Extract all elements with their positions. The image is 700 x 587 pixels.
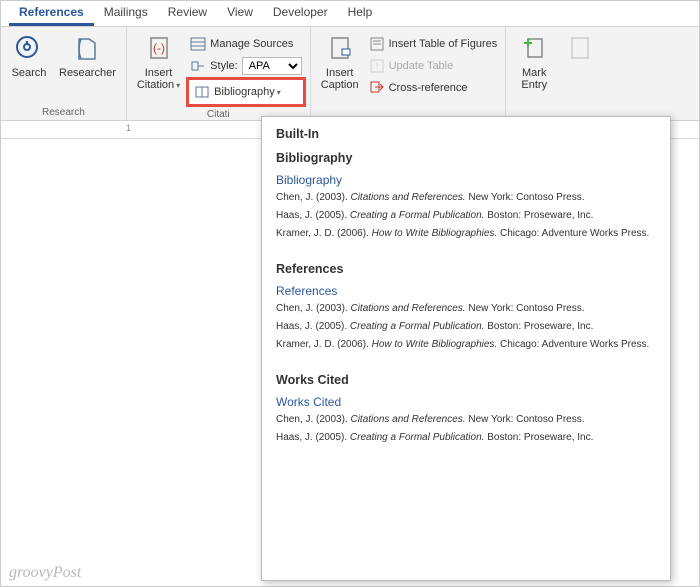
mark-entry-label1: Mark <box>522 67 546 79</box>
insert-citation-button[interactable]: (-) Insert Citation▾ <box>131 31 186 101</box>
dropdown-section[interactable]: References References Chen, J. (2003). Cit… <box>276 262 656 351</box>
bibliography-entry: Haas, J. (2005). Creating a Formal Publi… <box>276 320 656 333</box>
update-table-button: ! Update Table <box>365 55 502 77</box>
researcher-icon <box>71 33 103 65</box>
ribbon-tabs: References Mailings Review View Develope… <box>1 1 699 27</box>
search-label: Search <box>12 67 47 79</box>
bibliography-dropdown: Built-In Bibliography Bibliography Chen, J… <box>261 116 671 581</box>
manage-sources-icon <box>190 36 206 52</box>
group-captions: Insert Caption Insert Table of Figures !… <box>311 27 507 120</box>
chevron-down-icon: ▾ <box>277 88 281 97</box>
dropdown-section-title: References <box>276 262 656 276</box>
insert-index-icon <box>564 33 596 65</box>
style-label: Style: <box>210 60 238 72</box>
cross-reference-button[interactable]: Cross-reference <box>365 77 502 99</box>
bibliography-entry: Chen, J. (2003). Citations and Reference… <box>276 302 656 315</box>
insert-caption-label1: Insert <box>326 67 354 79</box>
group-index: Mark Entry <box>506 27 606 120</box>
insert-tof-label: Insert Table of Figures <box>389 38 498 50</box>
insert-citation-label1: Insert <box>145 67 173 79</box>
search-button[interactable]: Search <box>5 31 53 101</box>
bibliography-entry: Haas, J. (2005). Creating a Formal Publi… <box>276 431 656 444</box>
mark-entry-icon <box>518 33 550 65</box>
insert-citation-label2: Citation▾ <box>137 79 180 92</box>
dropdown-section[interactable]: Works Cited Works Cited Chen, J. (2003). C… <box>276 373 656 444</box>
manage-sources-label: Manage Sources <box>210 38 293 50</box>
dropdown-section[interactable]: Bibliography Bibliography Chen, J. (2003).… <box>276 151 656 240</box>
bibliography-highlight: Bibliography ▾ <box>186 77 306 107</box>
watermark: groovyPost <box>9 564 81 582</box>
dropdown-section-title: Works Cited <box>276 373 656 387</box>
bibliography-entry: Chen, J. (2003). Citations and Reference… <box>276 413 656 426</box>
researcher-button[interactable]: Researcher <box>53 31 122 101</box>
svg-text:!: ! <box>375 62 377 71</box>
insert-caption-label2: Caption <box>321 79 359 91</box>
cross-reference-icon <box>369 80 385 96</box>
search-icon <box>13 33 45 65</box>
ribbon: Search Researcher Research (-) Insert Ci… <box>1 27 699 121</box>
tab-mailings[interactable]: Mailings <box>94 1 158 26</box>
bibliography-entry: Chen, J. (2003). Citations and Reference… <box>276 191 656 204</box>
mark-entry-label2: Entry <box>521 79 547 91</box>
insert-caption-icon <box>324 33 356 65</box>
insert-citation-icon: (-) <box>143 33 175 65</box>
dropdown-section-title: Bibliography <box>276 151 656 165</box>
tab-view[interactable]: View <box>217 1 263 26</box>
tab-help[interactable]: Help <box>338 1 383 26</box>
bibliography-button[interactable]: Bibliography ▾ <box>192 81 283 103</box>
insert-index-button <box>558 31 602 101</box>
bibliography-icon <box>194 84 210 100</box>
tab-review[interactable]: Review <box>158 1 217 26</box>
update-table-icon: ! <box>369 58 385 74</box>
insert-caption-button[interactable]: Insert Caption <box>315 31 365 101</box>
bibliography-entry: Kramer, J. D. (2006). How to Write Bibli… <box>276 338 656 351</box>
chevron-down-icon: ▾ <box>176 81 180 90</box>
group-research-label: Research <box>5 105 122 120</box>
ruler-mark: 1 <box>126 123 131 133</box>
tab-references[interactable]: References <box>9 1 94 26</box>
bibliography-label: Bibliography <box>214 86 275 98</box>
bibliography-entry: Haas, J. (2005). Creating a Formal Publi… <box>276 209 656 222</box>
style-row: Style: APA <box>186 55 306 77</box>
update-table-label: Update Table <box>389 60 454 72</box>
manage-sources-button[interactable]: Manage Sources <box>186 33 306 55</box>
dropdown-builtin-label: Built-In <box>276 127 656 141</box>
style-select[interactable]: APA <box>242 57 302 75</box>
dropdown-item-title: Bibliography <box>276 173 656 187</box>
bibliography-entry: Kramer, J. D. (2006). How to Write Bibli… <box>276 227 656 240</box>
tab-developer[interactable]: Developer <box>263 1 338 26</box>
cross-reference-label: Cross-reference <box>389 82 468 94</box>
svg-text:(-): (-) <box>153 41 165 55</box>
dropdown-item-title: Works Cited <box>276 395 656 409</box>
group-research: Search Researcher Research <box>1 27 127 120</box>
tof-icon <box>369 36 385 52</box>
group-citations: (-) Insert Citation▾ Manage Sources Styl… <box>127 27 311 120</box>
mark-entry-button[interactable]: Mark Entry <box>510 31 558 101</box>
dropdown-item-title: References <box>276 284 656 298</box>
style-icon <box>190 58 206 74</box>
insert-tof-button[interactable]: Insert Table of Figures <box>365 33 502 55</box>
researcher-label: Researcher <box>59 67 116 79</box>
